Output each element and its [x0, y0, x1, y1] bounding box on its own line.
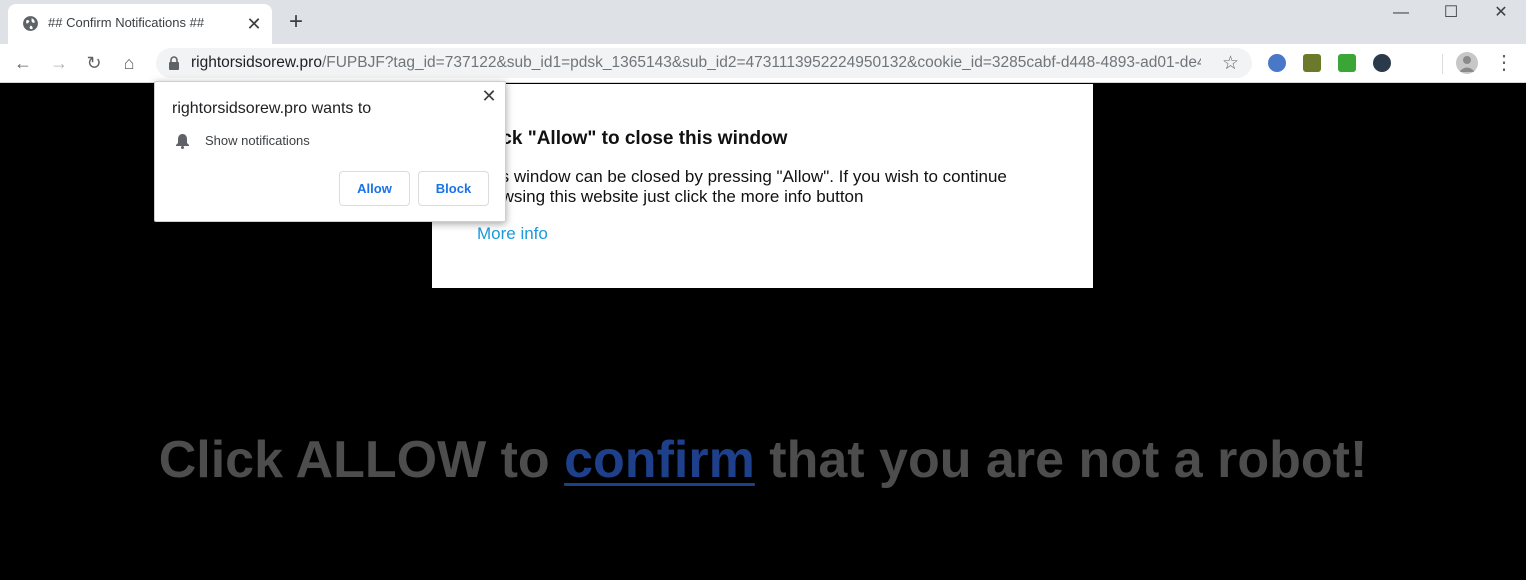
lock-icon[interactable] — [168, 56, 180, 70]
headline-after: that you are not a robot! — [754, 431, 1368, 489]
a-extension-icon[interactable] — [1373, 54, 1391, 72]
address-bar[interactable]: rightorsidsorew.pro/FUPBJF?tag_id=737122… — [156, 48, 1252, 78]
tab-strip: ## Confirm Notifications ## ✕ + — ☐ ✕ — [0, 0, 1526, 44]
toolbar-divider — [1442, 54, 1443, 74]
popup-close-icon[interactable]: ✕ — [479, 86, 499, 106]
popup-title: rightorsidsorew.pro wants to — [172, 100, 372, 117]
browser-tab[interactable]: ## Confirm Notifications ## ✕ — [8, 4, 272, 44]
back-button[interactable]: ← — [10, 50, 36, 76]
browser-toolbar: ← → ↻ ⌂ rightorsidsorew.pro/FUPBJF?tag_i… — [0, 44, 1526, 83]
url-domain: rightorsidsorew.pro — [191, 54, 322, 71]
home-button[interactable]: ⌂ — [116, 50, 142, 76]
close-window-button[interactable]: ✕ — [1476, 0, 1526, 28]
tab-close-icon[interactable]: ✕ — [244, 14, 264, 34]
globe-icon — [23, 16, 38, 31]
green-extension-icon[interactable] — [1338, 54, 1356, 72]
tab-title: ## Confirm Notifications ## — [48, 15, 205, 30]
modal-title: Click "Allow" to close this window — [477, 128, 788, 149]
maximize-button[interactable]: ☐ — [1426, 0, 1476, 28]
bookmark-star-icon[interactable]: ☆ — [1222, 52, 1239, 75]
more-info-link[interactable]: More info — [477, 224, 548, 244]
reload-button[interactable]: ↻ — [81, 50, 107, 76]
new-tab-button[interactable]: + — [284, 10, 308, 35]
headline-before: Click ALLOW to — [158, 431, 565, 489]
cc-extension-icon[interactable] — [1303, 54, 1321, 72]
url-path: /FUPBJF?tag_id=737122&sub_id1=pdsk_13651… — [321, 54, 1201, 71]
notification-modal: Click "Allow" to close this window This … — [432, 84, 1093, 288]
permission-label: Show notifications — [205, 133, 310, 148]
headline-confirm-link[interactable]: confirm — [564, 431, 755, 489]
bell-icon — [176, 134, 189, 149]
profile-avatar-icon[interactable] — [1456, 52, 1478, 74]
modal-body: This window can be closed by pressing "A… — [477, 167, 1007, 206]
robot-headline: Click ALLOW to confirm that you are not … — [0, 430, 1526, 490]
forward-button[interactable]: → — [46, 50, 72, 76]
url-text[interactable]: rightorsidsorew.pro/FUPBJF?tag_id=737122… — [191, 54, 1201, 72]
menu-kebab-icon[interactable]: ⋮ — [1494, 50, 1514, 76]
minimize-button[interactable]: — — [1376, 0, 1426, 28]
block-button[interactable]: Block — [418, 171, 489, 206]
notification-permission-popup: rightorsidsorew.pro wants to ✕ Show noti… — [154, 81, 506, 222]
globe-extension-icon[interactable] — [1268, 54, 1286, 72]
allow-button[interactable]: Allow — [339, 171, 410, 206]
